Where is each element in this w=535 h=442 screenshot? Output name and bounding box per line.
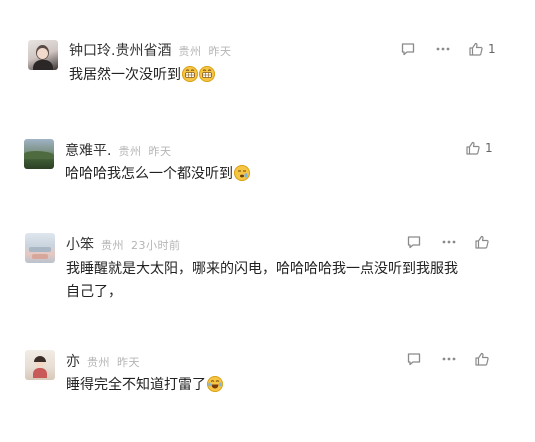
location: 贵州 — [118, 145, 142, 158]
more-button[interactable] — [441, 234, 457, 250]
thumbs-up-icon — [475, 235, 489, 249]
username[interactable]: 亦 — [66, 351, 80, 371]
avatar[interactable] — [28, 40, 58, 70]
comment-icon — [407, 236, 421, 249]
reply-button[interactable] — [406, 351, 422, 367]
timestamp: 23小时前 — [131, 239, 181, 252]
comment-text: 睡得完全不知道打雷了 — [66, 377, 206, 393]
sleepy-emoji-icon — [234, 165, 250, 181]
comment-text-continued: 自己了， — [66, 284, 122, 300]
comment-text: 我睡醒就是大太阳，哪来的闪电，哈哈哈哈我一点没听到我服我 — [66, 261, 458, 277]
username[interactable]: 小笨 — [66, 234, 94, 254]
comment-icon — [401, 43, 415, 56]
location: 贵州 — [87, 356, 110, 369]
thumbs-up-icon — [466, 141, 480, 155]
location: 贵州 — [178, 45, 202, 58]
avatar[interactable] — [25, 233, 55, 263]
username[interactable]: 钟口玲.贵州省酒 — [69, 40, 171, 60]
avatar[interactable] — [24, 139, 54, 169]
location: 贵州 — [101, 239, 124, 252]
grin-emoji-icon — [199, 66, 215, 82]
username[interactable]: 意难平. — [65, 140, 111, 160]
comment-text: 我居然一次没听到 — [69, 67, 181, 83]
timestamp: 昨天 — [148, 145, 172, 158]
timestamp: 昨天 — [117, 356, 140, 369]
reply-button[interactable] — [400, 41, 416, 57]
laugh-tears-emoji-icon — [207, 376, 223, 392]
more-button[interactable] — [441, 351, 457, 367]
thumbs-up-icon — [469, 42, 483, 56]
like-button[interactable] — [474, 351, 490, 367]
like-button[interactable] — [474, 234, 490, 250]
comment-icon — [407, 353, 421, 366]
more-dots-icon — [442, 357, 456, 361]
thumbs-up-icon — [475, 352, 489, 366]
like-count: 1 — [485, 141, 493, 155]
comment-text: 哈哈哈我怎么一个都没听到 — [65, 166, 233, 182]
grin-emoji-icon — [182, 66, 198, 82]
avatar[interactable] — [25, 350, 55, 380]
like-button[interactable]: 1 — [468, 41, 496, 57]
like-count: 1 — [488, 42, 496, 56]
more-dots-icon — [436, 47, 450, 51]
reply-button[interactable] — [406, 234, 422, 250]
more-dots-icon — [442, 240, 456, 244]
like-button[interactable]: 1 — [465, 140, 493, 156]
more-button[interactable] — [435, 41, 451, 57]
timestamp: 昨天 — [208, 45, 232, 58]
